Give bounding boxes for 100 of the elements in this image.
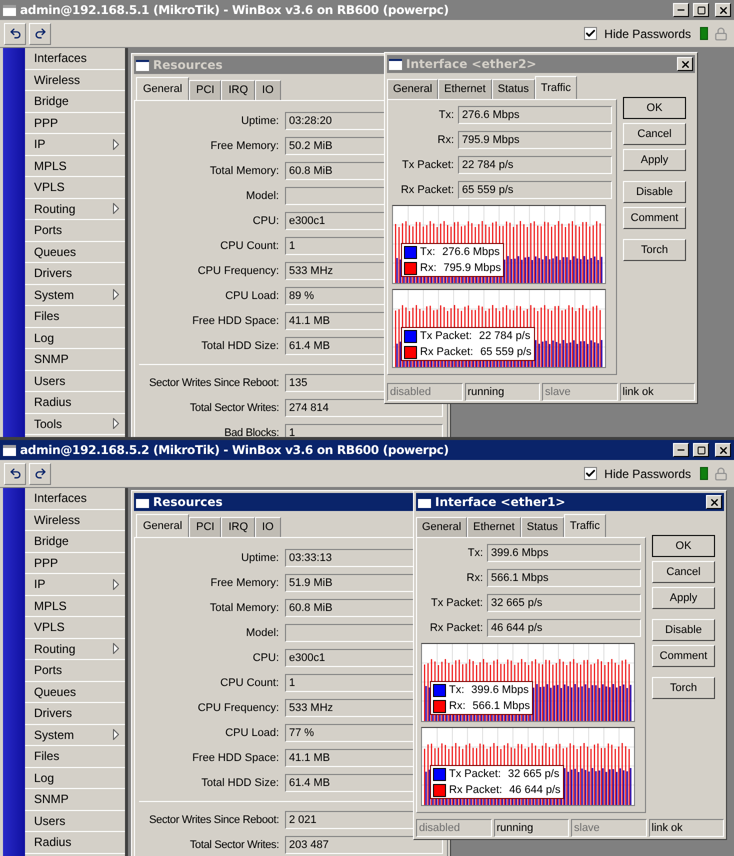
- status-cell: link ok: [620, 383, 695, 401]
- legend-value: 32 665 p/s: [508, 767, 560, 781]
- minimize-button[interactable]: [673, 443, 689, 457]
- dialog-button[interactable]: Apply: [652, 587, 715, 609]
- dialog-button[interactable]: Comment: [652, 645, 715, 667]
- lock-icon: [714, 26, 728, 40]
- menu-item[interactable]: Queues: [25, 682, 125, 703]
- hide-passwords-checkbox[interactable]: [584, 27, 598, 40]
- tab[interactable]: Ethernet: [438, 79, 492, 99]
- menu-item[interactable]: Radius: [25, 392, 125, 414]
- field-label: Sector Writes Since Reboot:: [148, 812, 279, 828]
- lock-icon: [714, 466, 728, 480]
- undo-button[interactable]: [4, 462, 26, 484]
- menu-item[interactable]: MPLS: [25, 156, 125, 177]
- menu-item[interactable]: Radius: [25, 832, 125, 854]
- legend-label: Tx Packet:: [449, 767, 501, 781]
- menu-item[interactable]: Users: [25, 370, 125, 392]
- tab[interactable]: Status: [520, 517, 564, 537]
- tab[interactable]: General: [136, 514, 190, 537]
- menu-item[interactable]: Log: [25, 768, 125, 789]
- menu-item[interactable]: Wireless: [25, 70, 125, 91]
- tab[interactable]: IRQ: [221, 517, 256, 537]
- tab[interactable]: IO: [255, 517, 281, 537]
- menu-item[interactable]: VPLS: [25, 617, 125, 638]
- connection-status-icon: [700, 467, 708, 480]
- close-button[interactable]: [715, 443, 731, 457]
- legend-value: 22 784 p/s: [478, 329, 530, 343]
- menu-item[interactable]: Routing: [25, 638, 125, 660]
- menu-item[interactable]: Ports: [25, 660, 125, 682]
- tab[interactable]: IO: [255, 80, 281, 100]
- field-label: CPU Frequency:: [196, 700, 279, 716]
- dialog-button[interactable]: Disable: [623, 181, 686, 203]
- status-cell: slave: [571, 819, 646, 837]
- menu-item[interactable]: Log: [25, 328, 125, 349]
- close-button[interactable]: [677, 57, 693, 71]
- menu-item[interactable]: SNMP: [25, 789, 125, 810]
- redo-button[interactable]: [29, 22, 51, 44]
- window-title: admin@192.168.5.1 (MikroTik) - WinBox v3.6 on RB600 (powerpc): [20, 2, 450, 19]
- dialog-button[interactable]: OK: [623, 97, 686, 119]
- close-button[interactable]: [706, 495, 722, 509]
- field-label: Rx Packet:: [400, 182, 454, 198]
- menu-item[interactable]: IP: [25, 134, 125, 156]
- redo-button[interactable]: [29, 462, 51, 484]
- tab[interactable]: Traffic: [534, 76, 577, 99]
- menu-item[interactable]: Drivers: [25, 263, 125, 284]
- status-cell: disabled: [387, 383, 462, 401]
- tab[interactable]: Traffic: [564, 514, 606, 537]
- maximize-button[interactable]: [693, 3, 709, 17]
- field-label: Rx:: [466, 570, 483, 586]
- dialog-button[interactable]: Apply: [623, 149, 686, 171]
- dialog-button[interactable]: Cancel: [623, 123, 686, 145]
- tab[interactable]: PCI: [189, 517, 222, 537]
- menu-item[interactable]: Bridge: [25, 91, 125, 112]
- tab[interactable]: General: [416, 517, 468, 537]
- menu-item[interactable]: Interfaces: [25, 488, 125, 510]
- menu-item[interactable]: System: [25, 284, 125, 306]
- menu-item[interactable]: SNMP: [25, 349, 125, 370]
- maximize-icon: [696, 6, 706, 14]
- dialog-button[interactable]: Disable: [652, 619, 715, 641]
- dialog-button[interactable]: OK: [652, 535, 715, 557]
- hide-passwords-checkbox[interactable]: [584, 467, 598, 480]
- menu-item[interactable]: Wireless: [25, 510, 125, 531]
- close-button[interactable]: [715, 3, 731, 17]
- tab[interactable]: PCI: [189, 80, 222, 100]
- tab[interactable]: General: [387, 79, 438, 99]
- menu-item[interactable]: IP: [25, 574, 125, 596]
- tab[interactable]: Ethernet: [467, 517, 521, 537]
- dialog-button[interactable]: Cancel: [652, 561, 715, 583]
- menu-item[interactable]: PPP: [25, 112, 125, 134]
- dialog-button[interactable]: Comment: [623, 207, 686, 229]
- menu-item[interactable]: VPLS: [25, 177, 125, 198]
- dialog-button[interactable]: Torch: [623, 239, 686, 261]
- tab[interactable]: General: [136, 77, 190, 100]
- menu-item[interactable]: System: [25, 724, 125, 746]
- menu-item[interactable]: MPLS: [25, 596, 125, 617]
- field-label: Model:: [244, 188, 279, 204]
- field-value: 795.9 Mbps: [458, 131, 612, 149]
- menu-item[interactable]: Tools: [25, 414, 125, 435]
- menu-item[interactable]: PPP: [25, 552, 125, 574]
- menu-item[interactable]: Ports: [25, 220, 125, 242]
- menu-item[interactable]: Files: [25, 746, 125, 768]
- dialog-button[interactable]: Torch: [652, 677, 715, 699]
- menu-item[interactable]: Queues: [25, 242, 125, 263]
- menu-item[interactable]: Routing: [25, 198, 125, 220]
- field-label: Tx:: [466, 546, 483, 561]
- minimize-button[interactable]: [673, 3, 689, 17]
- field-label: Total Sector Writes:: [188, 838, 279, 853]
- menu-item[interactable]: Bridge: [25, 531, 125, 552]
- menu-item[interactable]: Users: [25, 810, 125, 832]
- status-cell: running: [464, 383, 540, 401]
- maximize-button[interactable]: [693, 443, 709, 457]
- undo-button[interactable]: [4, 22, 26, 44]
- tab[interactable]: Status: [492, 79, 535, 99]
- tab[interactable]: IRQ: [221, 80, 256, 100]
- status-cell: running: [494, 819, 569, 837]
- undo-icon: [8, 467, 22, 480]
- redo-icon: [34, 467, 46, 480]
- menu-item[interactable]: Files: [25, 306, 125, 328]
- menu-item[interactable]: Interfaces: [25, 48, 125, 70]
- menu-item[interactable]: Drivers: [25, 703, 125, 724]
